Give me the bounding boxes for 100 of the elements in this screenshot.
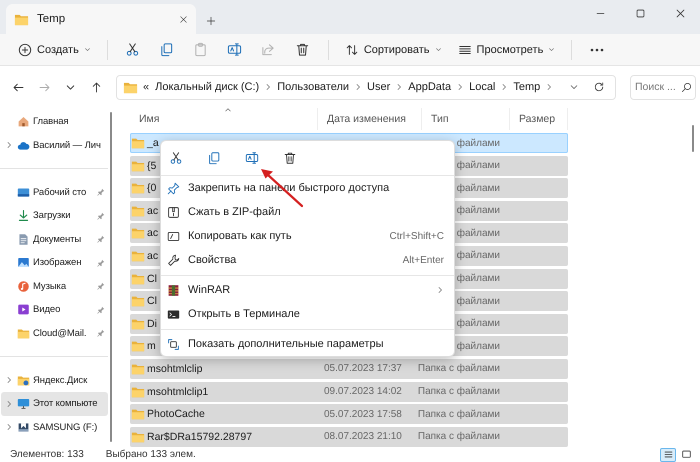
nav-item[interactable]: Документы <box>1 228 108 251</box>
details-view-icon <box>662 449 674 460</box>
nav-item[interactable]: Главная <box>1 110 108 134</box>
copy-icon <box>159 42 174 57</box>
wrench-icon <box>167 254 180 266</box>
file-type: Папка с файлами <box>418 431 501 442</box>
file-name: Rar$DRa15792.28797 <box>147 430 252 443</box>
close-icon[interactable] <box>674 8 686 18</box>
breadcrumb-overflow[interactable]: « <box>142 81 150 93</box>
chevron-icon[interactable] <box>545 83 554 91</box>
close-icon[interactable] <box>179 14 188 24</box>
details-view-button[interactable] <box>660 448 676 462</box>
selection-count: Выбрано 133 элем. <box>106 449 196 460</box>
menu-item[interactable]: Показать дополнительные параметры <box>161 332 454 356</box>
window-tab[interactable]: Temp <box>6 4 196 34</box>
breadcrumb[interactable]: Локальный диск (C:) <box>154 81 260 93</box>
menu-label: Открыть в Терминале <box>188 308 301 320</box>
file-row[interactable]: Rar$DRa15792.28797 08.07.2023 21:10 Папка с файлами <box>130 426 568 447</box>
refresh-icon[interactable] <box>593 81 605 93</box>
address-bar[interactable]: « Локальный диск (C:) Пользователи User AppData Local Temp <box>116 74 616 100</box>
tab-title: Temp <box>37 13 66 25</box>
sort-button[interactable]: Сортировать <box>338 36 448 62</box>
chevron-icon[interactable] <box>5 400 13 408</box>
tiles-view-icon <box>680 449 692 460</box>
breadcrumb[interactable]: Local <box>468 81 496 93</box>
new-tab-icon[interactable] <box>206 16 216 26</box>
file-name: msohtmlclip <box>147 362 202 375</box>
nav-item[interactable]: Музыка <box>1 274 108 298</box>
nav-item[interactable]: Видео <box>1 298 108 322</box>
file-type: файлами <box>456 273 501 284</box>
copy-icon <box>207 151 221 165</box>
scrollbar-thumb[interactable] <box>110 112 112 442</box>
menu-item[interactable]: Открыть в Терминале <box>161 302 454 326</box>
menu-label: Показать дополнительные параметры <box>188 338 384 350</box>
chevron-icon[interactable] <box>5 141 13 150</box>
create-button[interactable]: Создать <box>12 36 97 62</box>
file-type: файлами <box>456 296 501 307</box>
chevron-icon[interactable] <box>5 423 13 432</box>
rename-icon <box>245 151 259 165</box>
column-header[interactable]: Дата изменения <box>318 108 422 130</box>
nav-item[interactable]: Яндекс.Диск <box>1 368 108 392</box>
file-row[interactable]: PhotoCache 05.07.2023 17:58 Папка с файлами <box>130 404 568 424</box>
file-name: msohtmlclip1 <box>147 386 208 398</box>
chevron-icon[interactable] <box>264 83 272 91</box>
document-icon <box>17 232 30 246</box>
more-icon <box>589 46 606 52</box>
scrollbar-thumb[interactable] <box>692 125 694 152</box>
breadcrumb[interactable]: Temp <box>512 81 542 93</box>
breadcrumb[interactable]: AppData <box>407 81 452 93</box>
trash-icon <box>283 151 297 165</box>
nav-item[interactable]: Cloud@Mail. <box>1 322 108 345</box>
breadcrumb[interactable]: Пользователи <box>276 81 350 93</box>
nav-item[interactable]: Изображен <box>1 251 108 274</box>
menu-item[interactable]: Копировать как путь Ctrl+Shift+C <box>161 224 454 248</box>
file-type: файлами <box>456 340 501 352</box>
folder-icon <box>131 248 145 263</box>
chevron-icon[interactable] <box>456 83 464 91</box>
pin-icon <box>167 182 180 194</box>
chevron-icon[interactable] <box>500 83 508 91</box>
chevron-icon[interactable] <box>354 83 362 91</box>
folder-icon <box>131 430 145 444</box>
search-field[interactable]: Поиск ... <box>630 74 696 100</box>
chevron-icon[interactable] <box>5 376 13 384</box>
file-type: файлами <box>456 160 501 172</box>
file-type: Папка с файлами <box>418 386 501 398</box>
menu-item[interactable]: Свойства Alt+Enter <box>161 248 454 272</box>
download-icon <box>17 209 30 222</box>
folder-icon <box>131 407 145 422</box>
menu-label: Свойства <box>188 254 238 266</box>
chevron-icon[interactable] <box>395 83 404 91</box>
menu-item[interactable]: WinRAR <box>161 278 454 302</box>
folder-icon <box>17 326 30 340</box>
menu-item[interactable]: Сжать в ZIP-файл <box>161 200 454 224</box>
view-button[interactable]: Просмотреть <box>452 36 562 62</box>
file-row[interactable]: msohtmlclip 05.07.2023 17:37 Папка с файлами <box>130 358 568 379</box>
drive-folder-icon <box>17 374 30 387</box>
file-name: PhotoCache <box>147 408 205 420</box>
caret-icon <box>548 46 556 53</box>
file-type: Папка с файлами <box>418 363 501 374</box>
maximize-icon[interactable] <box>634 8 646 18</box>
column-header[interactable]: Имя <box>130 108 318 130</box>
file-row[interactable]: msohtmlclip1 09.07.2023 14:02 Папка с файлами <box>130 382 568 402</box>
breadcrumb[interactable]: User <box>366 81 392 93</box>
desktop-icon <box>17 186 30 199</box>
file-name: m <box>147 340 156 352</box>
path-icon <box>167 230 180 242</box>
file-type: файлами <box>456 228 501 239</box>
folder-icon <box>131 158 145 173</box>
nav-item[interactable]: Василий — Лич <box>1 134 108 157</box>
folder-icon <box>131 362 145 376</box>
home-icon <box>17 115 30 128</box>
nav-item[interactable]: SAMSUNG (F:) <box>1 416 108 439</box>
nav-item[interactable]: Загрузки <box>1 204 108 228</box>
column-header[interactable]: Размер <box>510 108 568 130</box>
column-header[interactable]: Тип <box>422 108 510 130</box>
nav-item[interactable]: Рабочий сто <box>1 180 108 204</box>
item-count: Элементов: 133 <box>10 449 84 460</box>
file-name: Cl <box>147 272 157 285</box>
archive-icon <box>167 284 180 296</box>
nav-item[interactable]: Этот компьюте <box>1 392 108 416</box>
